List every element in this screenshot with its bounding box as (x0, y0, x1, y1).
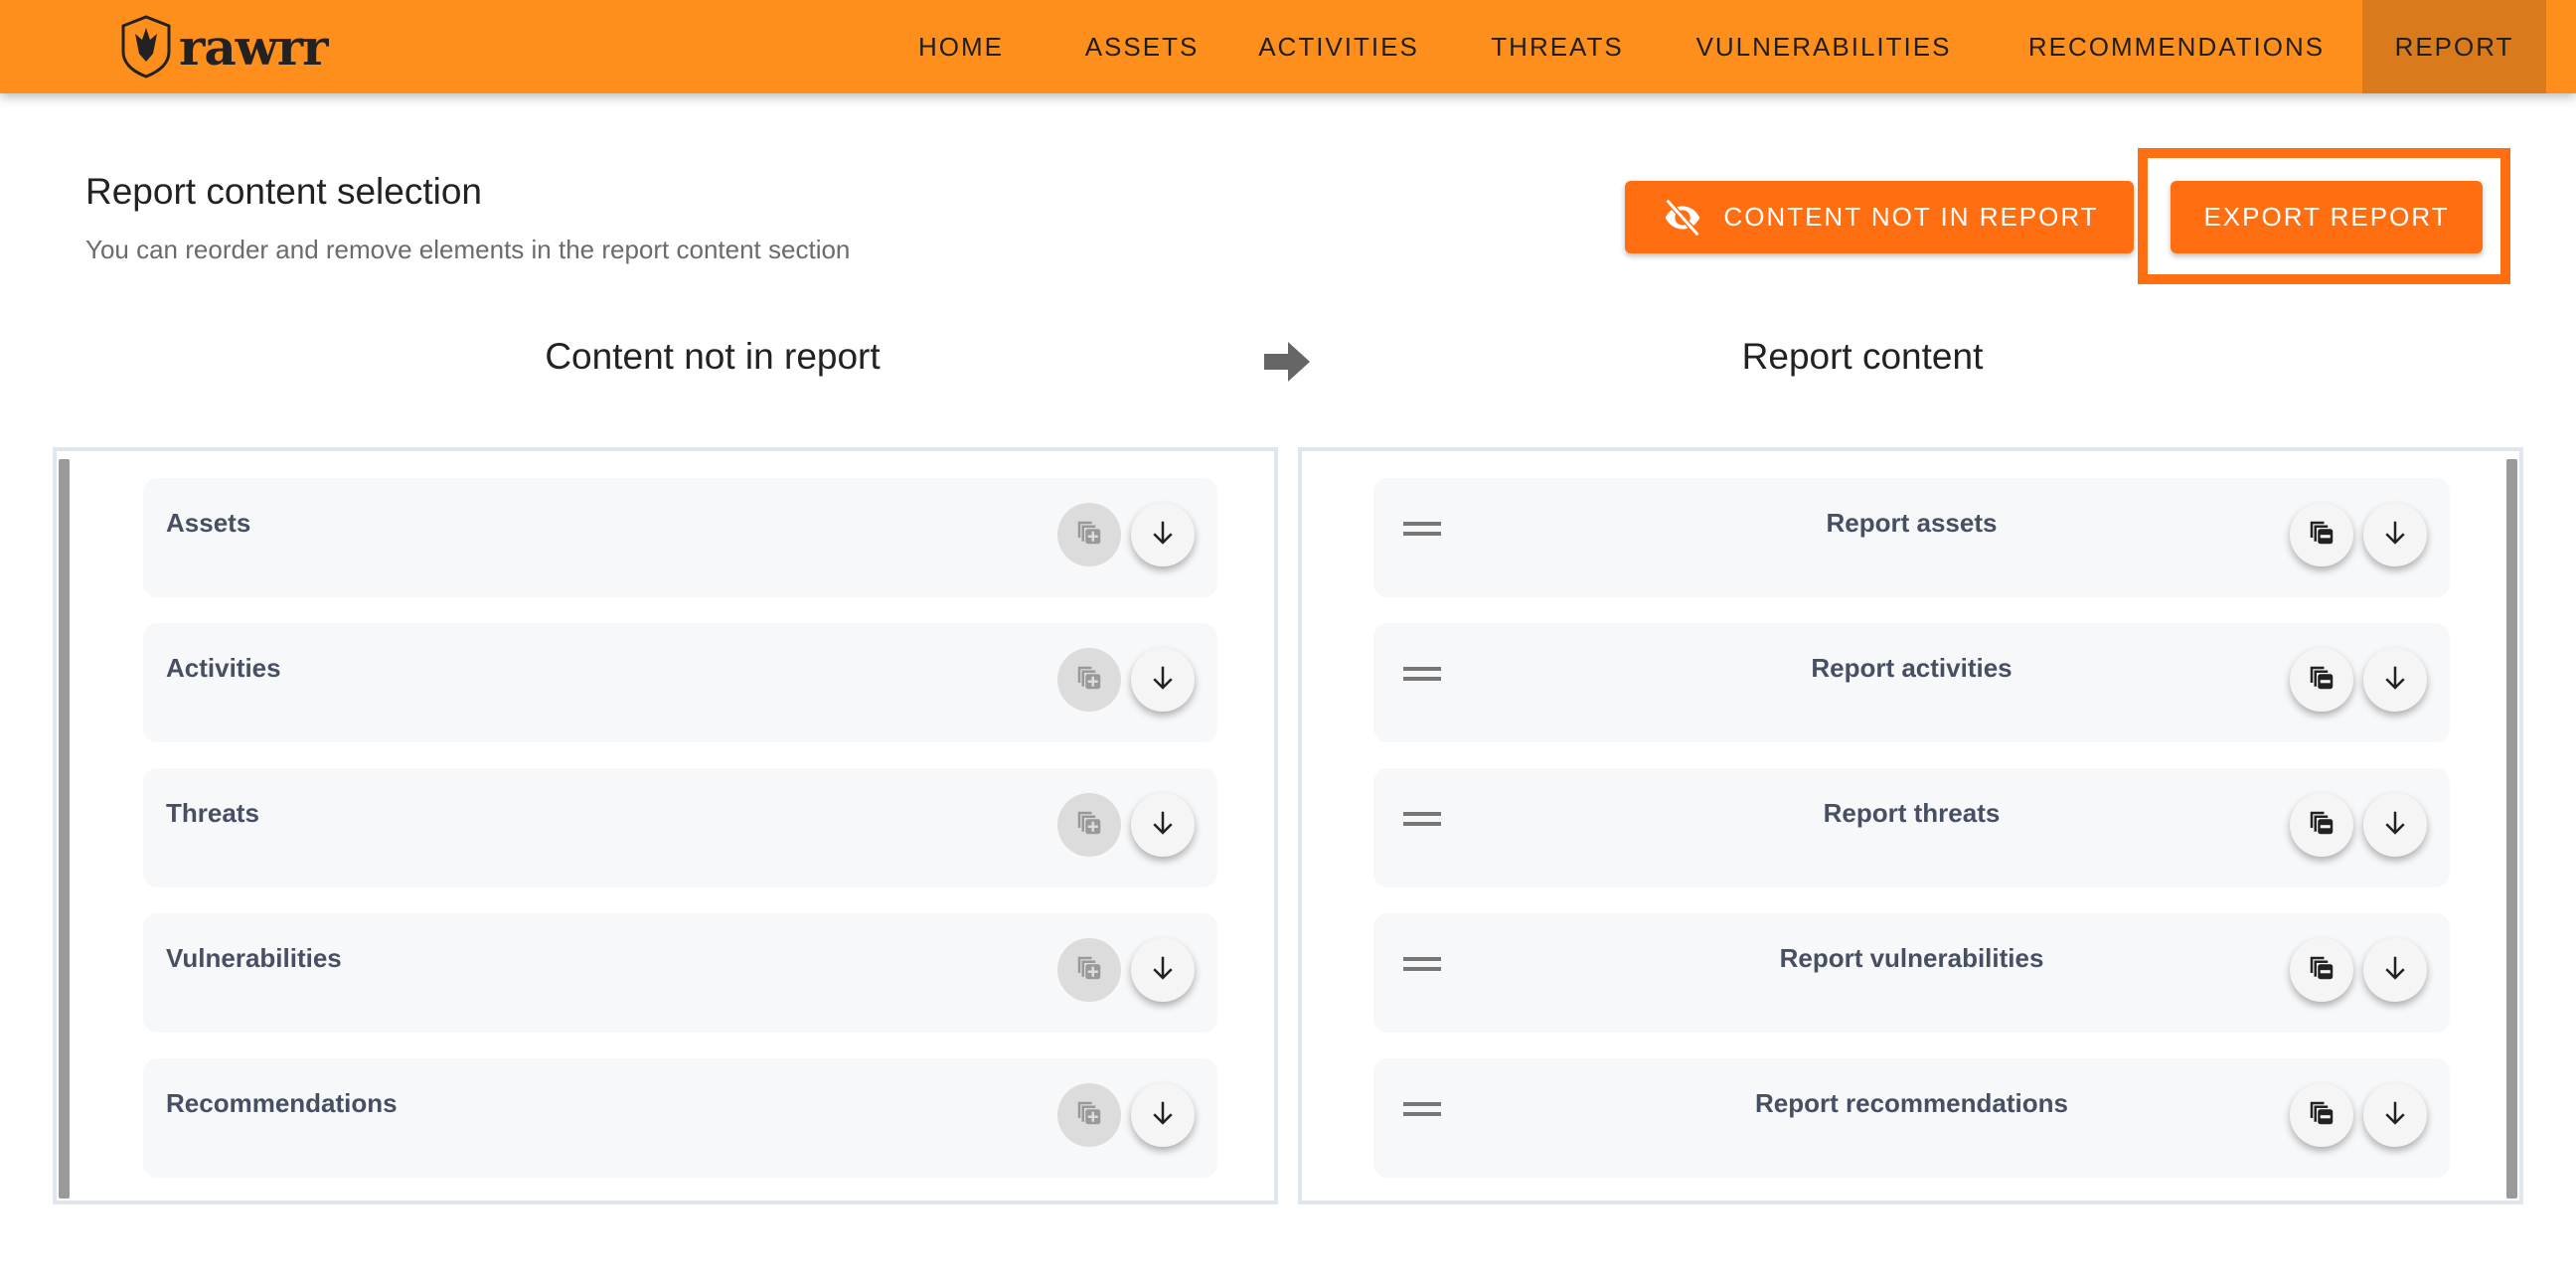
copy-minus-icon (2307, 808, 2336, 843)
available-content-item[interactable]: Activities (143, 623, 1217, 742)
scrollbar[interactable] (59, 459, 70, 1199)
arrow-down-icon (2380, 808, 2410, 843)
content-not-in-report-label: CONTENT NOT IN REPORT (1723, 202, 2099, 232)
page-title: Report content selection (85, 171, 483, 212)
move-down-button[interactable] (2363, 503, 2427, 566)
arrow-down-icon (2380, 518, 2410, 553)
item-label: Recommendations (166, 1088, 398, 1118)
nav-activities[interactable]: ACTIVITIES (1249, 0, 1428, 93)
right-column-title: Report content (1741, 336, 1984, 377)
move-down-button[interactable] (1131, 938, 1195, 1002)
move-down-button[interactable] (1131, 503, 1195, 566)
report-content-item[interactable]: Report vulnerabilities (1373, 913, 2450, 1033)
top-navbar: rawrr HOME ASSETS ACTIVITIES THREATS VUL… (0, 0, 2576, 93)
item-label: Threats (166, 798, 259, 828)
report-content-panel: Report assets Report activities Report t… (1298, 447, 2523, 1204)
copy-minus-icon (2307, 518, 2336, 553)
move-down-button[interactable] (1131, 793, 1195, 857)
move-down-button[interactable] (1131, 648, 1195, 712)
item-label: Report recommendations (1755, 1088, 2068, 1118)
arrow-down-icon (2380, 953, 2410, 988)
scrollbar[interactable] (2506, 459, 2517, 1199)
available-content-item[interactable]: Recommendations (143, 1058, 1217, 1178)
remove-from-report-button[interactable] (2290, 938, 2353, 1002)
brand-name: rawrr (179, 17, 328, 77)
arrow-down-icon (2380, 1098, 2410, 1133)
copy-plus-icon (1074, 953, 1104, 988)
copy-plus-icon (1074, 518, 1104, 553)
remove-from-report-button[interactable] (2290, 648, 2353, 712)
arrow-down-icon (1148, 1098, 1178, 1133)
move-down-button[interactable] (2363, 1083, 2427, 1147)
item-label: Report assets (1826, 508, 1998, 538)
arrow-down-icon (1148, 518, 1178, 553)
copy-minus-icon (2307, 663, 2336, 698)
copy-plus-icon (1074, 808, 1104, 843)
nav-vulnerabilities[interactable]: VULNERABILITIES (1690, 0, 1958, 93)
left-column-title: Content not in report (545, 336, 881, 377)
content-not-in-report-panel: Assets Activities Threats Vulnerabilitie… (53, 447, 1278, 1204)
item-label: Report threats (1823, 798, 2001, 828)
item-label: Assets (166, 508, 251, 538)
copy-minus-icon (2307, 1098, 2336, 1133)
add-to-report-button[interactable] (1057, 503, 1121, 566)
arrow-right-icon (1264, 342, 1310, 382)
copy-minus-icon (2307, 953, 2336, 988)
add-to-report-button[interactable] (1057, 1083, 1121, 1147)
page-subtitle: You can reorder and remove elements in t… (85, 235, 851, 264)
report-content-item[interactable]: Report activities (1373, 623, 2450, 742)
copy-plus-icon (1074, 1098, 1104, 1133)
item-label: Report vulnerabilities (1779, 943, 2044, 973)
shield-logo-icon (121, 15, 171, 79)
nav-report[interactable]: REPORT (2362, 0, 2546, 93)
add-to-report-button[interactable] (1057, 648, 1121, 712)
remove-from-report-button[interactable] (2290, 1083, 2353, 1147)
arrow-down-icon (1148, 663, 1178, 698)
move-down-button[interactable] (2363, 938, 2427, 1002)
arrow-down-icon (1148, 953, 1178, 988)
nav-threats[interactable]: THREATS (1478, 0, 1637, 93)
report-content-item[interactable]: Report threats (1373, 768, 2450, 887)
remove-from-report-button[interactable] (2290, 503, 2353, 566)
export-report-button[interactable]: EXPORT REPORT (2171, 181, 2483, 253)
logo[interactable]: rawrr (119, 14, 328, 80)
eye-off-icon (1665, 198, 1700, 237)
add-to-report-button[interactable] (1057, 793, 1121, 857)
available-content-item[interactable]: Vulnerabilities (143, 913, 1217, 1033)
nav-assets[interactable]: ASSETS (1082, 0, 1202, 93)
move-down-button[interactable] (2363, 648, 2427, 712)
move-down-button[interactable] (2363, 793, 2427, 857)
arrow-down-icon (1148, 808, 1178, 843)
item-label: Activities (166, 653, 281, 683)
content-not-in-report-button[interactable]: CONTENT NOT IN REPORT (1625, 181, 2134, 253)
item-label: Report activities (1811, 653, 2012, 683)
item-label: Vulnerabilities (166, 943, 342, 973)
copy-plus-icon (1074, 663, 1104, 698)
available-content-item[interactable]: Threats (143, 768, 1217, 887)
nav-recommendations[interactable]: RECOMMENDATIONS (2017, 0, 2335, 93)
add-to-report-button[interactable] (1057, 938, 1121, 1002)
report-content-item[interactable]: Report recommendations (1373, 1058, 2450, 1178)
move-down-button[interactable] (1131, 1083, 1195, 1147)
nav-home[interactable]: HOME (911, 0, 1011, 93)
report-content-item[interactable]: Report assets (1373, 478, 2450, 597)
arrow-down-icon (2380, 663, 2410, 698)
remove-from-report-button[interactable] (2290, 793, 2353, 857)
available-content-item[interactable]: Assets (143, 478, 1217, 597)
